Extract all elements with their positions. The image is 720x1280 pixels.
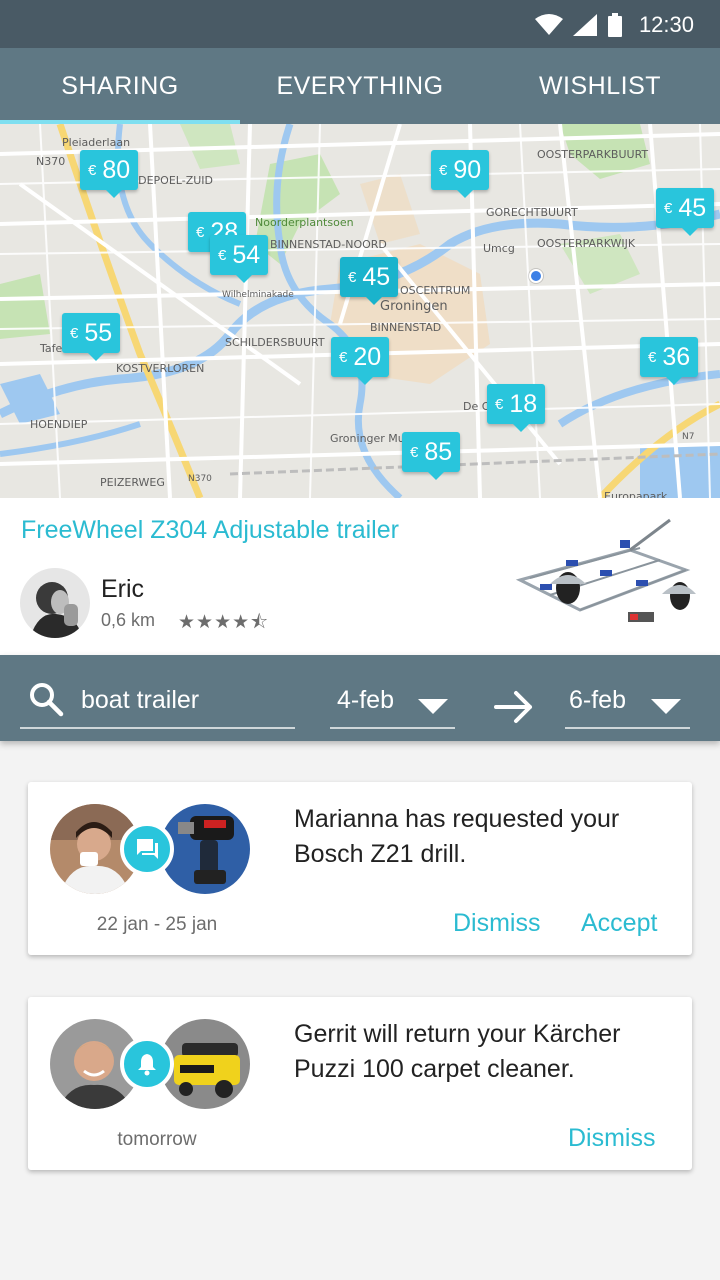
tab-wishlist[interactable]: WISHLIST	[480, 48, 720, 124]
price-pin[interactable]: €20	[331, 337, 390, 385]
status-bar: 12:30	[0, 0, 720, 48]
chat-badge	[120, 822, 174, 876]
tab-bar: SHARING EVERYTHING WISHLIST	[0, 48, 720, 124]
chevron-down-icon	[418, 699, 448, 714]
listing-preview[interactable]: FreeWheel Z304 Adjustable trailer Eric 0…	[0, 498, 720, 655]
accept-button[interactable]: Accept	[581, 909, 657, 938]
from-date-select[interactable]: 4-feb	[330, 655, 455, 729]
trailer-image	[515, 518, 696, 622]
request-message: Marianna has requested your Bosch Z21 dr…	[294, 805, 620, 868]
to-date-select[interactable]: 6-feb	[565, 655, 690, 729]
search-icon	[30, 683, 64, 717]
price-pin[interactable]: €85	[402, 432, 461, 480]
status-icons: 12:30	[534, 12, 694, 38]
map-label: Umcg	[483, 242, 515, 255]
tab-sharing[interactable]: SHARING	[0, 48, 240, 124]
map-label: GORECHTBUURT	[486, 206, 578, 219]
price-pin[interactable]: €45	[656, 188, 715, 236]
map-label: HOENDIEP	[30, 418, 88, 431]
search-query: boat trailer	[81, 686, 200, 714]
price-pin[interactable]: €55	[62, 313, 121, 361]
owner-distance: 0,6 km	[101, 610, 156, 630]
price-pin[interactable]: €80	[80, 150, 139, 198]
signal-icon	[572, 14, 597, 36]
price-pin[interactable]: €18	[487, 384, 546, 432]
map-label: BINNENSTAD-NOORD	[270, 238, 387, 251]
chevron-down-icon	[651, 699, 681, 714]
dismiss-button[interactable]: Dismiss	[453, 909, 541, 938]
price-pin-selected[interactable]: €45	[340, 257, 399, 305]
owner-avatar[interactable]	[20, 568, 90, 638]
from-date: 4-feb	[337, 686, 394, 714]
map-label: Europapark	[604, 490, 668, 498]
search-bar: boat trailer 4-feb 6-feb	[0, 655, 720, 741]
bell-badge	[120, 1037, 174, 1091]
map-label: Pleiaderlaan	[62, 136, 131, 149]
tab-everything[interactable]: EVERYTHING	[240, 48, 480, 124]
status-time: 12:30	[638, 12, 694, 37]
request-card: 22 jan - 25 jan Marianna has requested y…	[28, 782, 692, 955]
chat-icon	[137, 839, 158, 859]
price-pin[interactable]: €90	[431, 150, 490, 198]
bell-icon	[138, 1054, 156, 1076]
map-label: N370	[188, 474, 212, 484]
dismiss-button[interactable]: Dismiss	[568, 1124, 656, 1153]
map-label: Groningen	[380, 299, 448, 314]
map-label: N370	[36, 155, 66, 168]
map-label: PEIZERWEG	[100, 476, 165, 489]
map-label: OOSTERPARKBUURT	[537, 148, 649, 161]
map-label: Wilhelminakade	[222, 290, 294, 300]
return-message: Gerrit will return your Kärcher Puzzi 10…	[294, 1020, 621, 1083]
map-label: N7	[682, 432, 695, 442]
listing-title[interactable]: FreeWheel Z304 Adjustable trailer	[21, 516, 399, 545]
map-view[interactable]: N370 Pleiaderlaan LDEPOEL-ZUID OOSTERPAR…	[0, 124, 720, 498]
price-pin[interactable]: €54	[210, 235, 269, 283]
return-date: tomorrow	[117, 1129, 197, 1150]
owner-name: Eric	[101, 575, 145, 603]
request-dates: 22 jan - 25 jan	[96, 914, 218, 935]
map-label: LDEPOEL-ZUID	[132, 174, 213, 187]
search-input[interactable]: boat trailer	[20, 655, 295, 729]
battery-icon	[607, 13, 622, 37]
map-label: BINNENSTAD	[370, 321, 442, 334]
map-label: OOSTERPARKWIJK	[537, 237, 636, 250]
map-label: SCHILDERSBUURT	[225, 336, 325, 349]
wifi-icon	[534, 14, 563, 35]
map-label: KOSTVERLOREN	[116, 362, 205, 375]
current-location-marker	[529, 269, 543, 283]
map-label: Noorderplantsoen	[255, 216, 354, 229]
return-card: tomorrow Gerrit will return your Kärcher…	[28, 997, 692, 1170]
price-pin[interactable]: €36	[640, 337, 699, 385]
to-date: 6-feb	[569, 686, 626, 714]
owner-rating-stars: ★★★★⯪	[178, 612, 270, 633]
arrow-right-icon	[494, 691, 532, 723]
map-label: OSCENTRUM	[400, 284, 471, 297]
